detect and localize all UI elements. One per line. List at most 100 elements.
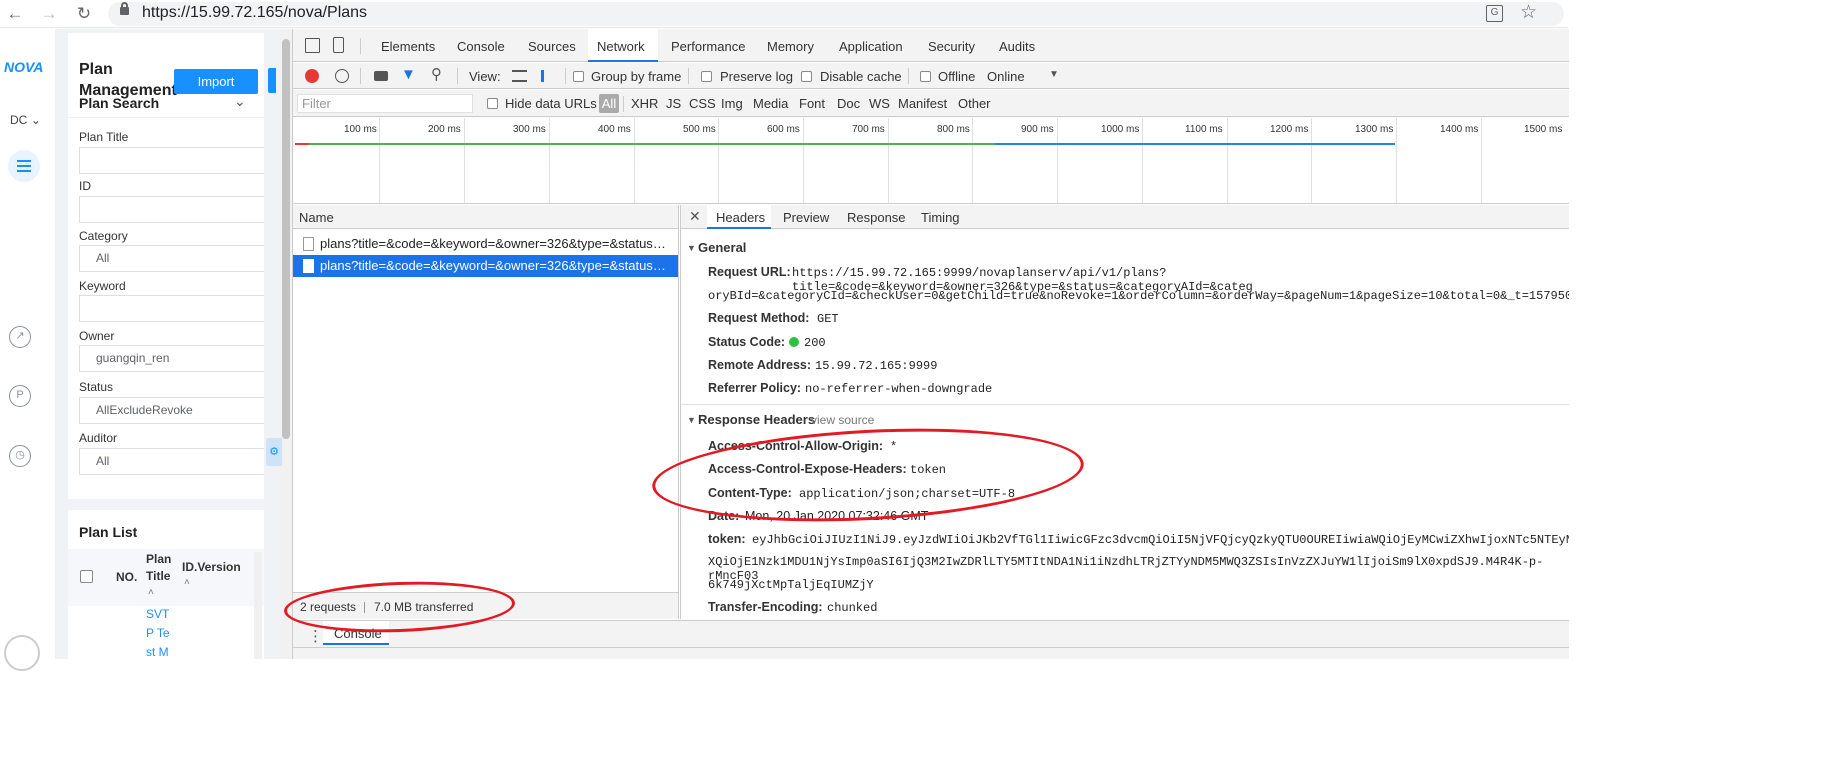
timeline-overview[interactable]: 100 ms 200 ms 300 ms 400 ms 500 ms 600 m… <box>293 118 1569 204</box>
filter-type-ws[interactable]: WS <box>869 96 890 111</box>
filter-type-font[interactable]: Font <box>799 96 825 111</box>
dropdown-arrow-icon[interactable]: ▼ <box>1049 69 1059 80</box>
settings-float-icon[interactable]: ⚙ <box>266 438 282 466</box>
star-icon[interactable]: ☆ <box>1520 1 1537 24</box>
throttling-select[interactable]: Online <box>987 69 1025 84</box>
field-label: Owner <box>79 329 115 343</box>
tab-application[interactable]: Application <box>839 39 903 54</box>
tab-headers[interactable]: Headers <box>716 210 765 225</box>
filter-type-other[interactable]: Other <box>958 96 991 111</box>
plan-title-input[interactable] <box>79 147 264 174</box>
device-toggle-icon[interactable] <box>333 37 344 53</box>
filter-type-doc[interactable]: Doc <box>837 96 860 111</box>
token-value-cont: 6k749jXctMpTaljEqIUMZjY <box>708 578 874 592</box>
expand-triangle-icon[interactable]: ▼ <box>687 415 696 425</box>
filter-input[interactable]: Filter <box>297 94 473 113</box>
tab-audits[interactable]: Audits <box>999 39 1035 54</box>
translate-icon[interactable]: G <box>1486 5 1503 22</box>
next-button-edge[interactable] <box>268 68 276 93</box>
tab-console[interactable]: Console <box>457 39 505 54</box>
record-icon[interactable] <box>305 69 319 83</box>
list-item[interactable]: SVT <box>146 607 169 621</box>
hide-data-urls-checkbox[interactable] <box>487 98 498 109</box>
drawer-menu-icon[interactable]: ⋮ <box>308 627 323 645</box>
filter-type-css[interactable]: CSS <box>689 96 716 111</box>
clear-icon[interactable] <box>335 69 349 83</box>
scrollbar-thumb[interactable] <box>282 39 290 439</box>
page-scrollbar[interactable] <box>280 29 292 659</box>
app-rail: NOVA DC ⌄ ↗ P ◷ <box>0 29 56 671</box>
tab-network[interactable]: Network <box>597 39 645 54</box>
tab-response[interactable]: Response <box>847 210 906 225</box>
timeline-tick: 300 ms <box>513 124 546 135</box>
referrer-key: Referrer Policy: <box>708 381 802 395</box>
back-arrow-icon[interactable]: ← <box>4 3 26 25</box>
filter-type-all[interactable]: All <box>599 94 619 113</box>
sort-caret-icon[interactable]: ˄ <box>184 577 190 588</box>
p-circle-icon[interactable]: P <box>9 385 31 407</box>
dc-selector[interactable]: DC ⌄ <box>10 113 41 127</box>
avatar[interactable] <box>4 635 40 671</box>
list-item[interactable]: st M <box>146 645 169 659</box>
clock-icon[interactable]: ◷ <box>9 445 31 467</box>
table-row-selected[interactable]: plans?title=&code=&keyword=&owner=326&ty… <box>293 255 679 277</box>
filter-type-xhr[interactable]: XHR <box>631 96 658 111</box>
offline-checkbox[interactable] <box>920 71 931 82</box>
requests-header: Name <box>293 205 679 229</box>
large-rows-icon[interactable] <box>512 70 527 82</box>
group-by-frame-checkbox[interactable] <box>573 71 584 82</box>
keyword-input[interactable] <box>79 295 264 322</box>
list-item[interactable]: P Te <box>146 626 170 640</box>
owner-select[interactable]: guangqin_ren <box>79 345 264 372</box>
collapse-chevron-icon[interactable]: ⌄ <box>234 93 246 110</box>
status-select[interactable]: AllExcludeRevoke <box>79 397 264 424</box>
forward-arrow-icon[interactable]: → <box>38 3 60 25</box>
col-name[interactable]: Name <box>299 210 334 225</box>
transfer-encoding-value: chunked <box>827 601 878 615</box>
sort-caret-icon[interactable]: ˄ <box>148 587 154 598</box>
table-row[interactable]: plans?title=&code=&keyword=&owner=326&ty… <box>293 233 679 255</box>
general-title[interactable]: General <box>698 240 746 255</box>
response-headers-title[interactable]: Response Headers <box>698 412 815 427</box>
view-source-link[interactable]: view source <box>811 413 874 427</box>
url-text[interactable]: https://15.99.72.165/nova/Plans <box>142 4 367 22</box>
tab-timing[interactable]: Timing <box>921 210 960 225</box>
trend-icon[interactable]: ↗ <box>9 326 31 348</box>
preserve-log-checkbox[interactable] <box>701 71 712 82</box>
category-select[interactable]: All <box>79 245 264 272</box>
tab-security[interactable]: Security <box>928 39 975 54</box>
expand-triangle-icon[interactable]: ▼ <box>687 243 696 253</box>
import-button[interactable]: Import <box>174 69 258 94</box>
tab-preview[interactable]: Preview <box>783 210 829 225</box>
status-key: Status Code: <box>708 335 786 349</box>
tab-memory[interactable]: Memory <box>767 39 814 54</box>
list-scrollbar[interactable] <box>254 552 262 659</box>
inspect-element-icon[interactable] <box>305 38 320 53</box>
filter-type-img[interactable]: Img <box>721 96 743 111</box>
field-label: Category <box>79 229 128 243</box>
screenshot-icon[interactable] <box>374 71 388 81</box>
close-icon[interactable]: ✕ <box>689 208 701 225</box>
filter-icon[interactable]: ▼ <box>401 66 416 83</box>
col-id-version[interactable]: ID.Version <box>182 560 241 574</box>
view-label: View: <box>469 69 501 84</box>
id-input[interactable] <box>79 196 264 223</box>
field-label: Plan Title <box>79 130 129 144</box>
list-icon[interactable] <box>8 150 40 182</box>
filter-type-js[interactable]: JS <box>666 96 681 111</box>
auditor-select[interactable]: All <box>79 448 264 475</box>
waterfall-icon[interactable] <box>541 70 557 82</box>
filter-type-media[interactable]: Media <box>753 96 788 111</box>
col-no[interactable]: NO. <box>116 570 137 584</box>
nova-logo[interactable]: NOVA <box>4 59 43 75</box>
disable-cache-checkbox[interactable] <box>801 71 812 82</box>
select-all-checkbox[interactable] <box>80 570 93 583</box>
search-icon[interactable]: ⚲ <box>431 65 442 83</box>
col-plan-title[interactable]: Plan Title <box>146 551 176 585</box>
tab-elements[interactable]: Elements <box>381 39 435 54</box>
tab-sources[interactable]: Sources <box>528 39 576 54</box>
devtools-tabbar: Elements Console Sources Network Perform… <box>293 29 1569 62</box>
reload-icon[interactable]: ↻ <box>73 3 95 25</box>
tab-performance[interactable]: Performance <box>671 39 745 54</box>
filter-type-manifest[interactable]: Manifest <box>898 96 947 111</box>
